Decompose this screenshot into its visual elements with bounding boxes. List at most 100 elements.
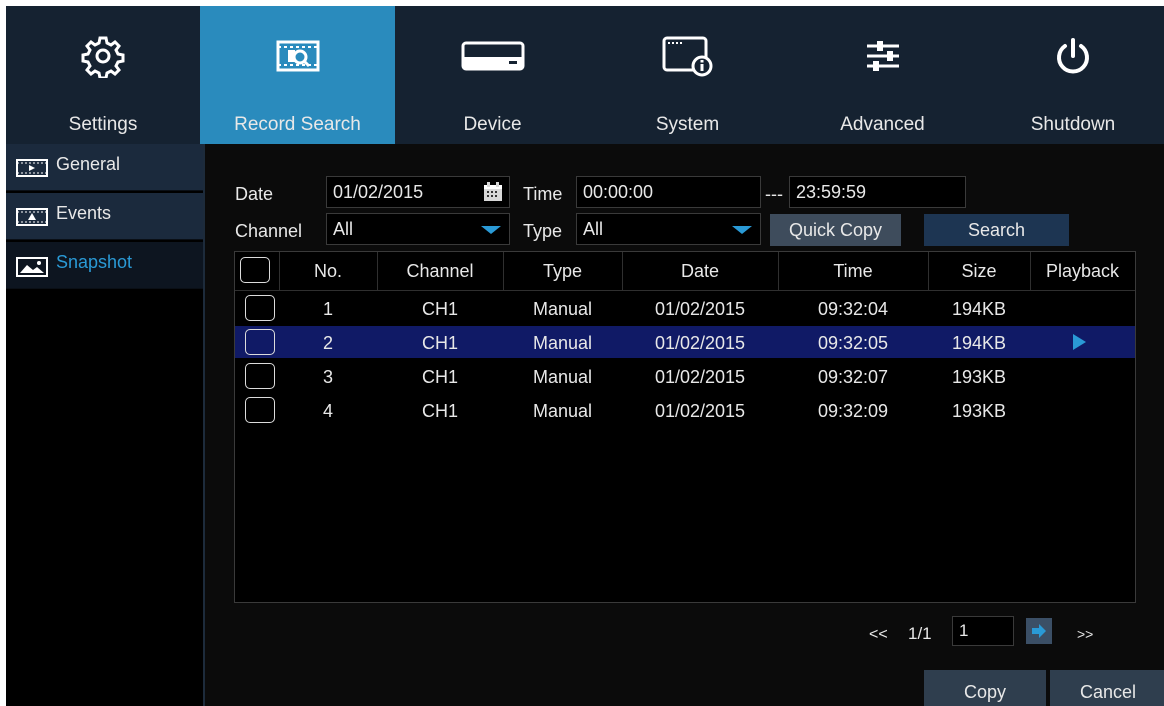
cell-time: 09:32:09	[817, 401, 889, 421]
table-row-selected[interactable]: 2 CH1 Manual 01/02/2015 09:32:05 194KB	[235, 326, 1135, 358]
cell-size: 193KB	[951, 401, 1007, 421]
cell-size: 194KB	[951, 333, 1007, 353]
sidebar-item-snapshot[interactable]: Snapshot	[6, 242, 203, 289]
header-type[interactable]: Type	[503, 261, 622, 282]
time-end-value: 23:59:59	[796, 182, 867, 202]
gear-icon	[6, 36, 200, 78]
hard-drive-icon	[395, 36, 590, 76]
dvr-window: Settings Record Search Device System Adv…	[6, 6, 1164, 706]
go-page-button[interactable]	[1026, 618, 1052, 644]
sidebar: General Events Snapshot	[6, 144, 203, 706]
cell-size: 194KB	[951, 299, 1007, 319]
header-playback: Playback	[1045, 261, 1120, 281]
time-range-separator: ---	[765, 184, 783, 204]
channel-select[interactable]: All	[326, 213, 510, 245]
cell-channel: CH1	[421, 401, 458, 421]
play-icon[interactable]	[1073, 334, 1086, 350]
cell-type: Manual	[532, 401, 593, 421]
time-start-value: 00:00:00	[583, 182, 654, 202]
time-start-field[interactable]: 00:00:00	[576, 176, 761, 208]
sidebar-item-label: Snapshot	[56, 252, 133, 272]
header-channel[interactable]: Channel	[377, 261, 503, 282]
record-search-icon	[200, 36, 395, 76]
channel-value: All	[333, 219, 354, 239]
cell-no: 2	[322, 333, 333, 353]
cell-time: 09:32:04	[817, 299, 889, 319]
event-file-icon	[16, 208, 48, 231]
cell-time: 09:32:05	[817, 333, 889, 353]
snapshot-table: No. Channel Type Date Time Size Playback…	[234, 251, 1136, 603]
nav-advanced[interactable]: Advanced	[785, 6, 980, 144]
table-row[interactable]: 3 CH1 Manual 01/02/2015 09:32:07 193KB	[235, 360, 1135, 392]
cell-date: 01/02/2015	[654, 299, 746, 319]
search-button[interactable]: Search	[924, 214, 1069, 246]
chevron-down-icon	[481, 226, 501, 234]
table-row[interactable]: 1 CH1 Manual 01/02/2015 09:32:04 194KB	[235, 292, 1135, 324]
sidebar-item-general[interactable]: General	[6, 144, 203, 191]
cell-no: 1	[322, 299, 333, 319]
main-panel: Date 01/02/2015 Time 00:00:00 --- 23:59:…	[205, 144, 1164, 706]
first-page-button[interactable]: <<	[869, 626, 888, 644]
cell-date: 01/02/2015	[654, 401, 746, 421]
power-icon	[980, 36, 1164, 76]
nav-record-search[interactable]: Record Search	[200, 6, 395, 144]
nav-system-label: System	[655, 114, 720, 135]
time-label: Time	[523, 184, 563, 204]
top-nav: Settings Record Search Device System Adv…	[6, 6, 1164, 144]
nav-advanced-label: Advanced	[840, 114, 925, 135]
header-no[interactable]: No.	[279, 261, 377, 282]
date-field[interactable]: 01/02/2015	[326, 176, 510, 208]
video-file-icon	[16, 159, 48, 182]
nav-device-label: Device	[463, 114, 522, 135]
header-time[interactable]: Time	[778, 261, 928, 282]
time-end-field[interactable]: 23:59:59	[789, 176, 966, 208]
row-checkbox[interactable]	[245, 295, 275, 321]
sliders-icon	[785, 36, 980, 76]
cell-type: Manual	[532, 299, 593, 319]
date-label: Date	[235, 184, 274, 204]
cell-no: 3	[322, 367, 333, 387]
row-checkbox[interactable]	[245, 397, 275, 423]
cell-type: Manual	[532, 333, 593, 353]
table-header: No. Channel Type Date Time Size Playback	[235, 252, 1135, 291]
type-select[interactable]: All	[576, 213, 761, 245]
cell-date: 01/02/2015	[654, 333, 746, 353]
quick-copy-button[interactable]: Quick Copy	[770, 214, 901, 246]
cancel-button[interactable]: Cancel	[1050, 670, 1164, 706]
cell-channel: CH1	[421, 299, 458, 319]
cell-time: 09:32:07	[817, 367, 889, 387]
nav-settings-label: Settings	[68, 114, 138, 135]
select-all-checkbox[interactable]	[240, 257, 270, 283]
last-page-button[interactable]: >>	[1077, 626, 1093, 642]
copy-button[interactable]: Copy	[924, 670, 1046, 706]
calendar-icon[interactable]	[483, 182, 503, 207]
type-label: Type	[523, 221, 563, 241]
page-input[interactable]: 1	[952, 616, 1014, 646]
cell-no: 4	[322, 401, 333, 421]
table-row[interactable]: 4 CH1 Manual 01/02/2015 09:32:09 193KB	[235, 394, 1135, 426]
system-info-icon	[590, 36, 785, 77]
cell-channel: CH1	[421, 333, 458, 353]
chevron-down-icon	[732, 226, 752, 234]
cell-type: Manual	[532, 367, 593, 387]
page-input-value: 1	[959, 621, 969, 640]
sidebar-item-label: General	[56, 154, 121, 174]
type-value: All	[583, 219, 604, 239]
row-checkbox[interactable]	[245, 363, 275, 389]
nav-system[interactable]: System	[590, 6, 785, 144]
nav-device[interactable]: Device	[395, 6, 590, 144]
nav-settings[interactable]: Settings	[6, 6, 200, 144]
arrow-right-icon	[1030, 622, 1048, 645]
sidebar-item-events[interactable]: Events	[6, 193, 203, 240]
header-size[interactable]: Size	[928, 261, 1030, 282]
row-checkbox[interactable]	[245, 329, 275, 355]
date-value: 01/02/2015	[333, 182, 424, 202]
header-date[interactable]: Date	[622, 261, 778, 282]
cell-channel: CH1	[421, 367, 458, 387]
nav-shutdown-label: Shutdown	[1030, 114, 1116, 135]
page-info: 1/1	[908, 624, 932, 643]
nav-shutdown[interactable]: Shutdown	[980, 6, 1164, 144]
cell-size: 193KB	[951, 367, 1007, 387]
cell-date: 01/02/2015	[654, 367, 746, 387]
channel-label: Channel	[235, 221, 303, 241]
